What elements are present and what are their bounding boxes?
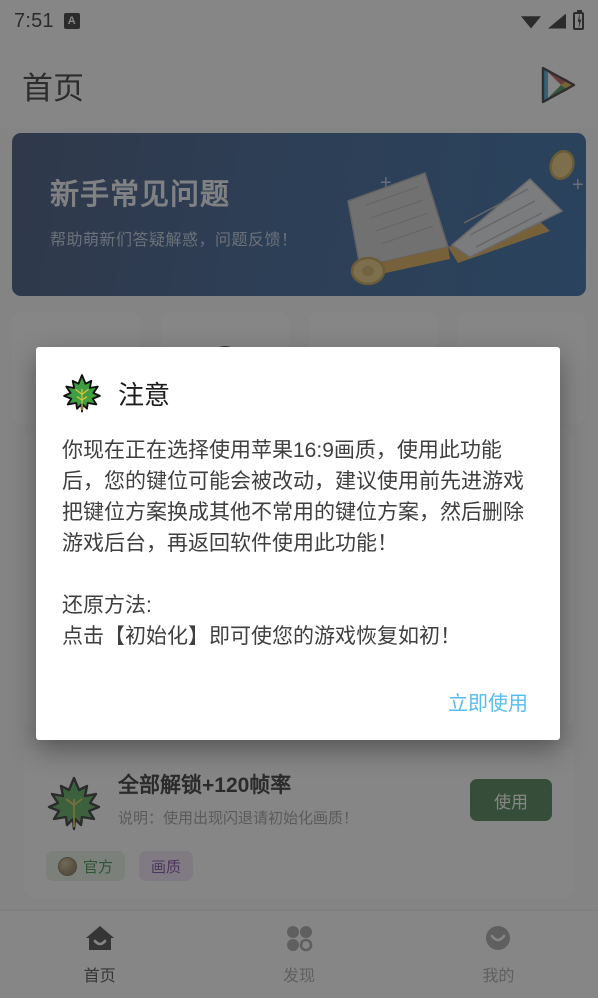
dialog-actions: 立即使用 bbox=[62, 679, 534, 730]
app-screen: 7:51 A 首页 bbox=[0, 0, 598, 998]
notice-dialog: 注意 你现在正在选择使用苹果16:9画质，使用此功能后，您的键位可能会被改动，建… bbox=[36, 347, 560, 740]
dialog-header: 注意 bbox=[62, 373, 534, 413]
maple-leaf-icon bbox=[62, 373, 102, 413]
confirm-button[interactable]: 立即使用 bbox=[442, 679, 534, 724]
dialog-message: 你现在正在选择使用苹果16:9画质，使用此功能后，您的键位可能会被改动，建议使用… bbox=[62, 439, 524, 649]
dialog-title: 注意 bbox=[118, 379, 171, 410]
